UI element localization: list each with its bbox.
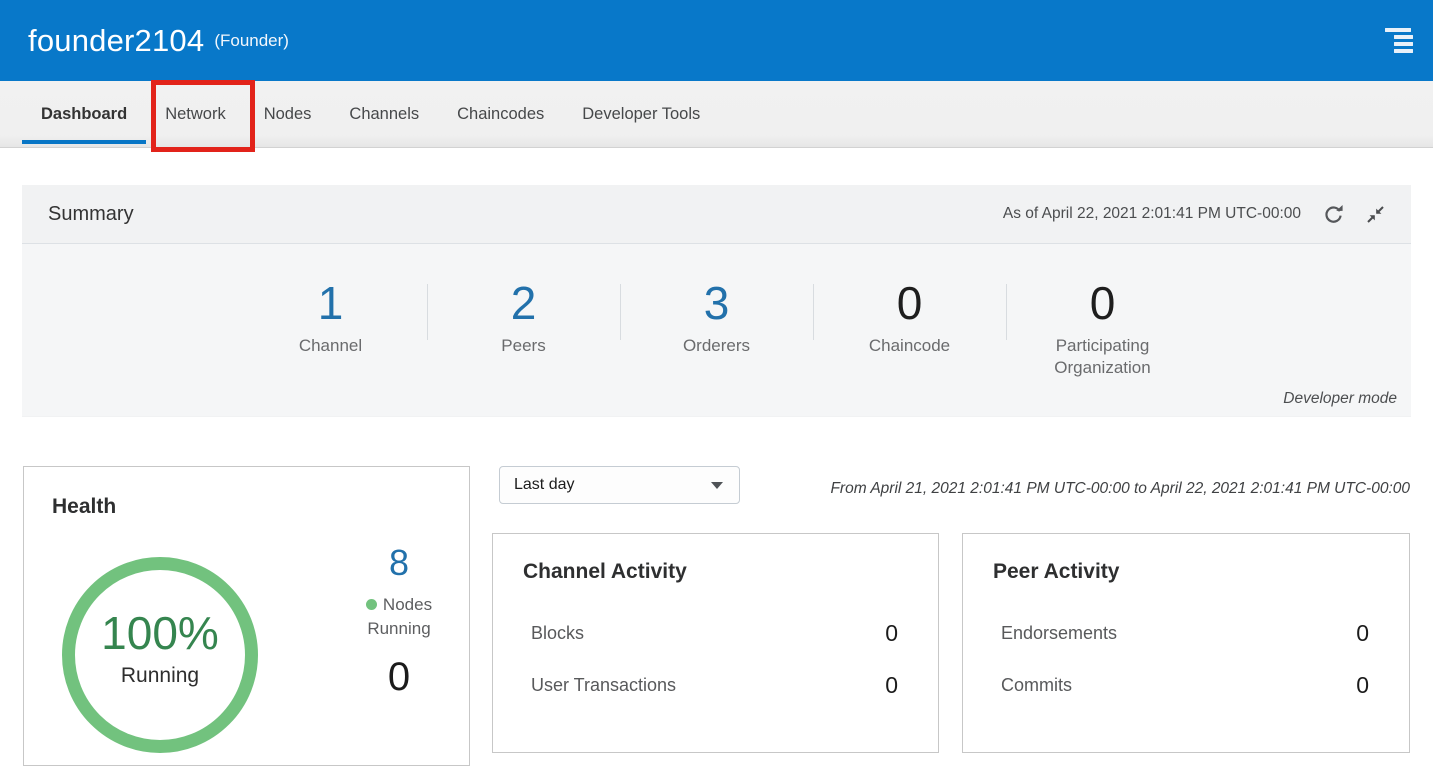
stat-chaincode: 0 Chaincode [814, 280, 1006, 357]
peer-activity-row-commits: Commits 0 [993, 672, 1369, 699]
collapse-icon[interactable] [1366, 205, 1385, 224]
endorsements-label: Endorsements [1001, 623, 1117, 644]
page-subtitle: (Founder) [214, 31, 289, 51]
channel-activity-row-user-transactions: User Transactions 0 [523, 672, 898, 699]
menu-icon-bar [1385, 28, 1411, 32]
summary-stats-row: 1 Channel 2 Peers 3 Orderers 0 Chaincode… [22, 244, 1411, 379]
summary-header: Summary As of April 22, 2021 2:01:41 PM … [22, 185, 1411, 244]
stat-orderers-value: 3 [621, 280, 813, 326]
health-ring-gauge: 100% Running [62, 557, 258, 753]
stat-chaincode-value: 0 [814, 280, 1006, 326]
summary-title: Summary [48, 203, 134, 226]
menu-icon-bar [1394, 49, 1413, 53]
tab-bar: Dashboard Network Nodes Channels Chainco… [0, 81, 1433, 148]
stat-channel-label: Channel [235, 335, 427, 357]
tab-chaincodes[interactable]: Chaincodes [438, 81, 563, 147]
channel-activity-rows: Blocks 0 User Transactions 0 [523, 620, 898, 699]
channel-activity-row-blocks: Blocks 0 [523, 620, 898, 647]
refresh-icon[interactable] [1323, 204, 1344, 225]
stat-channel-value: 1 [235, 280, 427, 326]
health-percent-label: Running [75, 664, 245, 688]
blocks-label: Blocks [531, 623, 584, 644]
stat-participating-organization-label: Participating Organization [1007, 335, 1199, 379]
tab-developer-tools[interactable]: Developer Tools [563, 81, 719, 147]
stat-participating-organization: 0 Participating Organization [1007, 280, 1199, 379]
peer-activity-rows: Endorsements 0 Commits 0 [993, 620, 1369, 699]
tab-nodes[interactable]: Nodes [245, 81, 331, 147]
developer-mode-label: Developer mode [1283, 390, 1397, 408]
commits-label: Commits [1001, 675, 1072, 696]
chevron-down-icon [711, 482, 723, 489]
summary-body: 1 Channel 2 Peers 3 Orderers 0 Chaincode… [22, 244, 1411, 416]
tab-channels[interactable]: Channels [330, 81, 438, 147]
stat-peers-value: 2 [428, 280, 620, 326]
peer-activity-row-endorsements: Endorsements 0 [993, 620, 1369, 647]
blocks-value: 0 [885, 620, 898, 647]
endorsements-value: 0 [1356, 620, 1369, 647]
peer-activity-title: Peer Activity [993, 560, 1369, 584]
summary-header-right: As of April 22, 2021 2:01:41 PM UTC-00:0… [1003, 204, 1385, 225]
channel-activity-title: Channel Activity [523, 560, 898, 584]
time-range-text: From April 21, 2021 2:01:41 PM UTC-00:00… [830, 480, 1410, 498]
stat-orderers-label: Orderers [621, 335, 813, 357]
peer-activity-card: Peer Activity Endorsements 0 Commits 0 [962, 533, 1410, 753]
tab-network[interactable]: Network [146, 81, 245, 147]
stat-peers-label: Peers [428, 335, 620, 357]
menu-icon[interactable] [1385, 27, 1413, 55]
app-header: founder2104 (Founder) [0, 0, 1433, 81]
health-title: Health [52, 495, 116, 519]
as-of-timestamp: As of April 22, 2021 2:01:41 PM UTC-00:0… [1003, 205, 1301, 223]
nodes-running-value: 8 [334, 545, 464, 581]
stat-participating-organization-value: 0 [1007, 280, 1199, 326]
commits-value: 0 [1356, 672, 1369, 699]
summary-panel: Summary As of April 22, 2021 2:01:41 PM … [22, 185, 1411, 417]
health-side-stats: 8 Nodes Running 0 [334, 545, 464, 697]
user-transactions-label: User Transactions [531, 675, 676, 696]
stat-peers: 2 Peers [428, 280, 620, 357]
menu-icon-bar [1394, 42, 1413, 46]
menu-icon-bar [1394, 35, 1413, 39]
green-status-dot-icon [366, 599, 377, 610]
time-range-selected-value: Last day [514, 476, 574, 494]
page-title: founder2104 [28, 23, 204, 59]
health-card: Health 100% Running 8 Nodes Running 0 [23, 466, 470, 766]
time-range-select[interactable]: Last day [499, 466, 740, 504]
stat-channel: 1 Channel [235, 280, 427, 357]
stat-orderers: 3 Orderers [621, 280, 813, 357]
tab-dashboard[interactable]: Dashboard [22, 81, 146, 147]
nodes-running-label: Nodes Running [334, 593, 464, 641]
stat-chaincode-label: Chaincode [814, 335, 1006, 357]
channel-activity-card: Channel Activity Blocks 0 User Transacti… [492, 533, 939, 753]
user-transactions-value: 0 [885, 672, 898, 699]
health-percent-value: 100% [75, 608, 245, 659]
health-secondary-value: 0 [334, 657, 464, 697]
